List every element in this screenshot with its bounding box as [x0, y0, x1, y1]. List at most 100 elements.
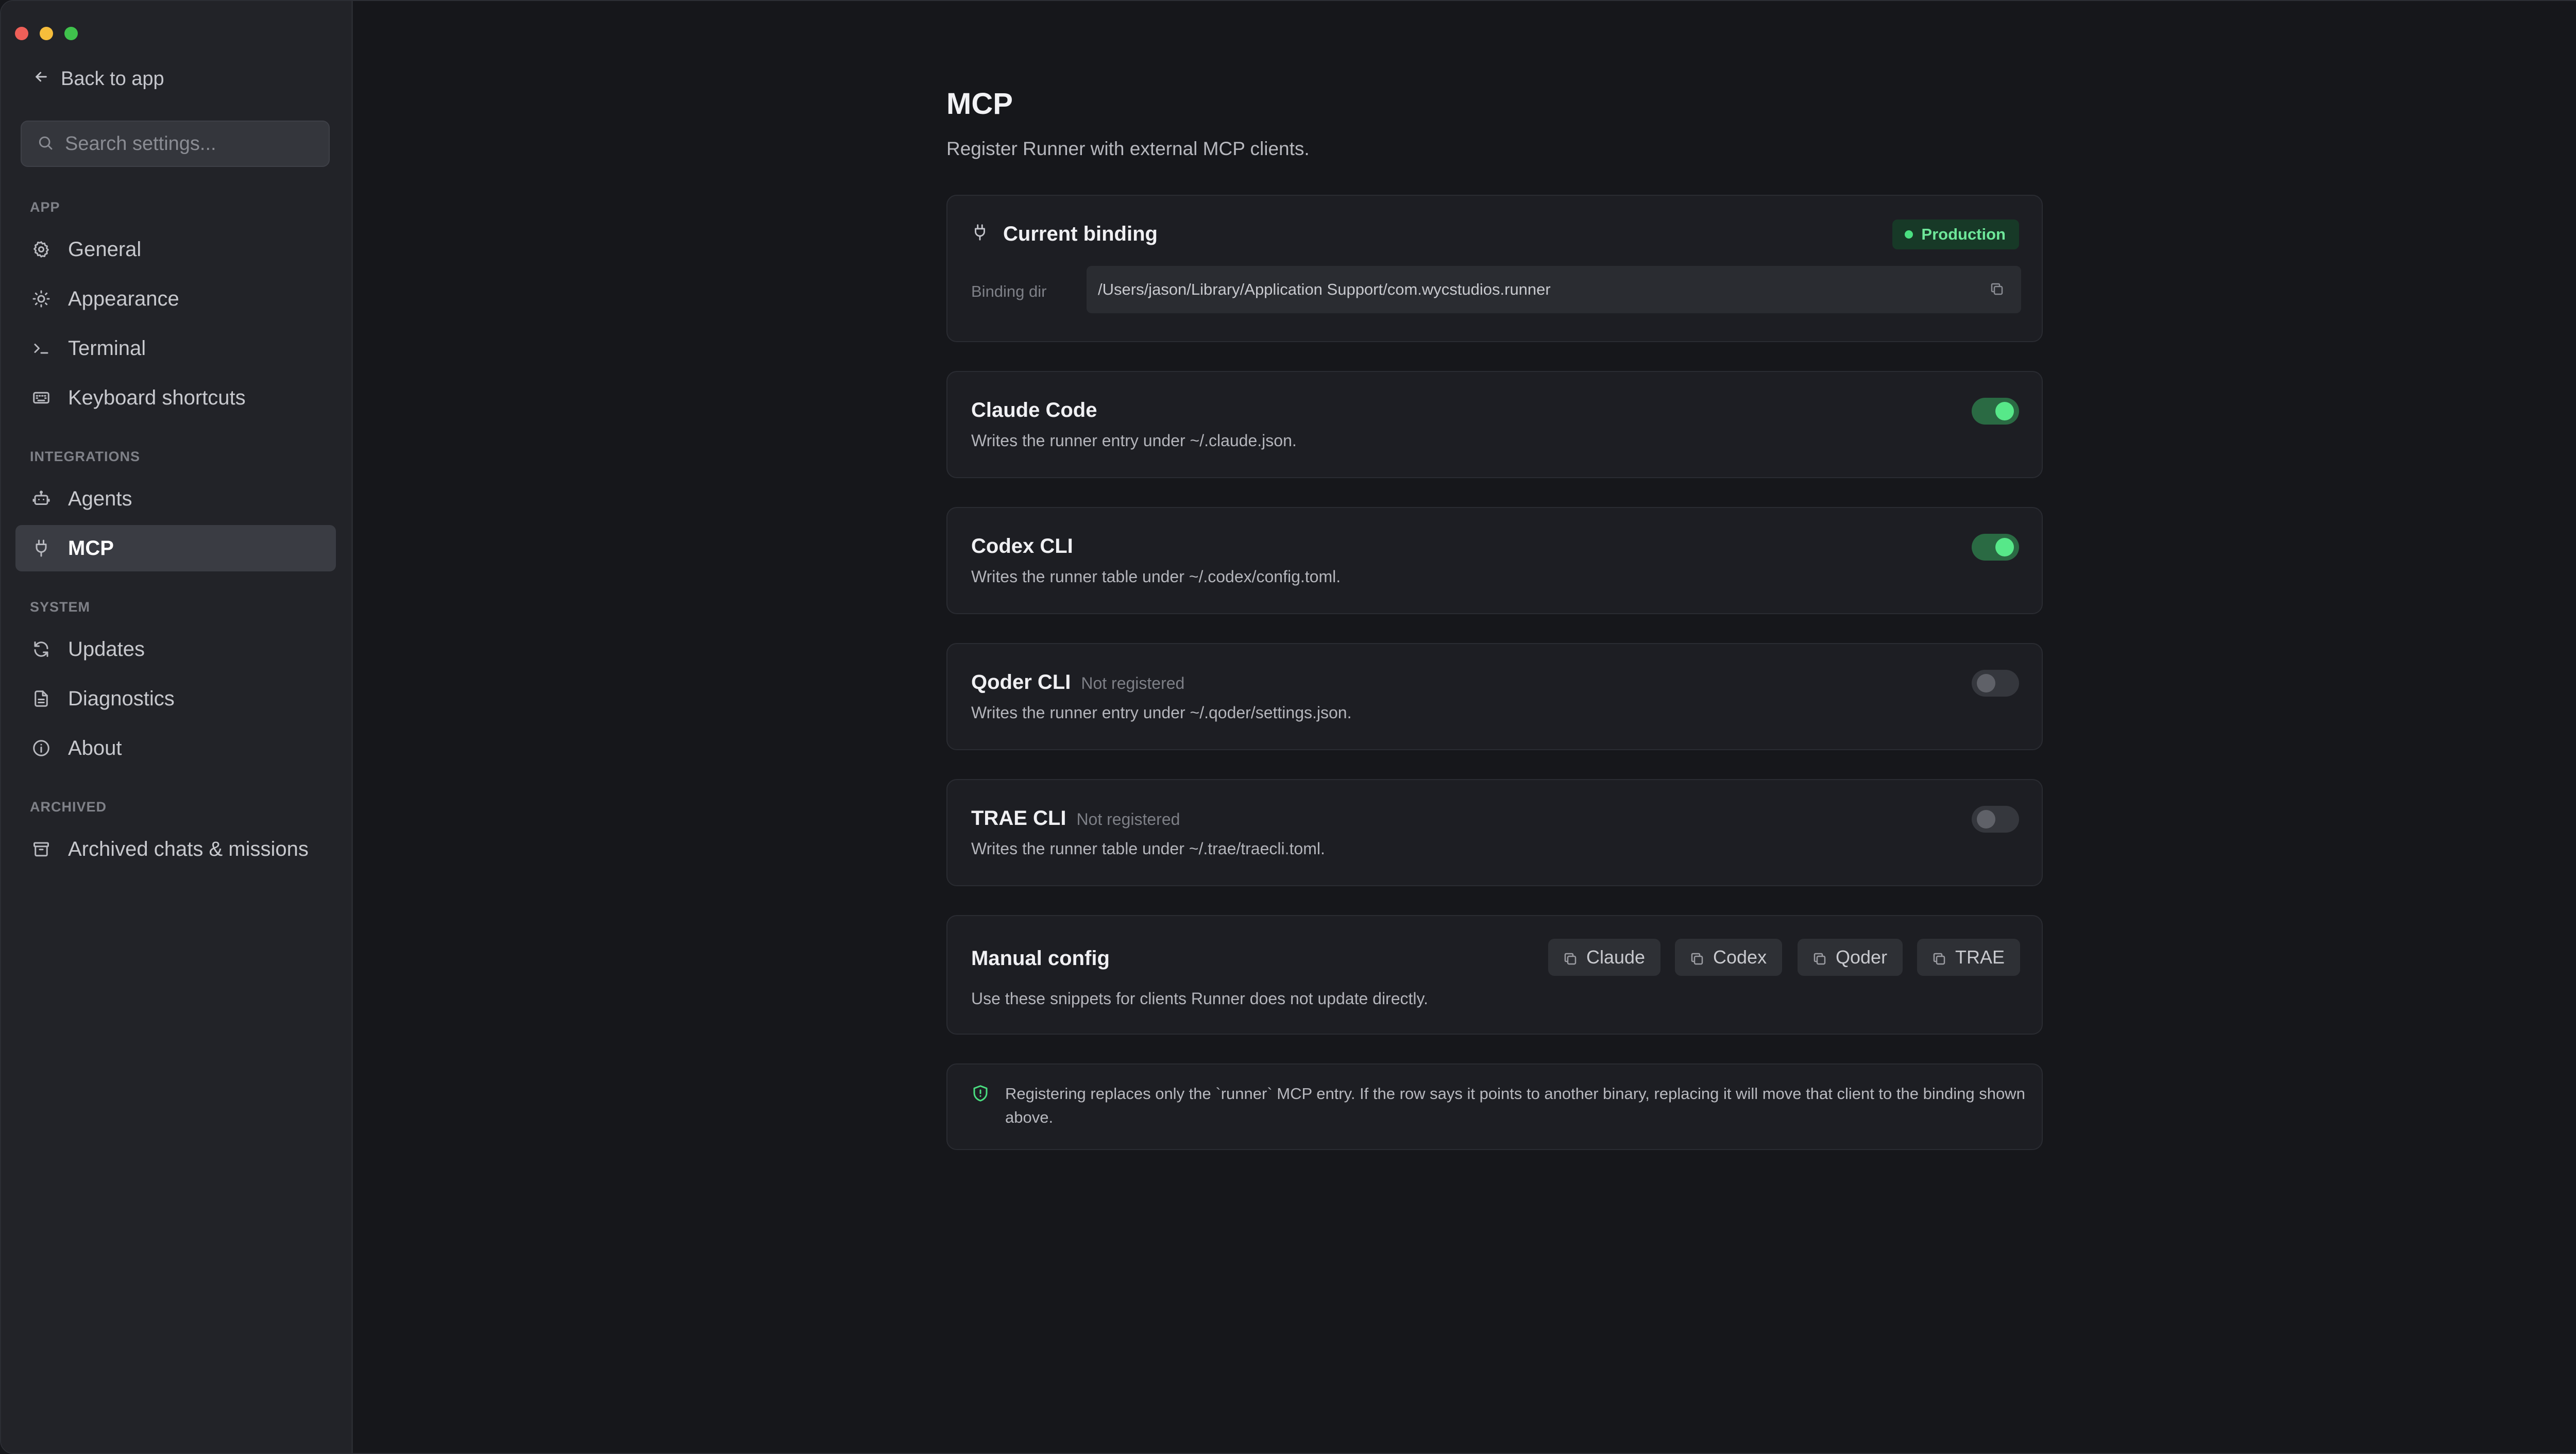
sidebar-item-label: Updates: [68, 637, 145, 661]
status-dot: [1905, 230, 1913, 239]
copy-binding-dir-button[interactable]: [1989, 281, 2005, 301]
copy-icon: [1689, 950, 1705, 965]
sidebar-item-updates[interactable]: Updates: [15, 626, 336, 672]
trae-cli-toggle[interactable]: [1972, 806, 2019, 833]
sidebar-item-label: Diagnostics: [68, 687, 175, 710]
client-title: Claude Code: [971, 399, 1097, 422]
sidebar-item-label: Keyboard shortcuts: [68, 386, 246, 409]
copy-icon: [1931, 950, 1947, 965]
environment-badge-label: Production: [1921, 225, 2006, 243]
window-controls: [15, 27, 78, 40]
sun-icon: [31, 289, 52, 309]
settings-sidebar: Back to app APP General Appearance: [1, 1, 353, 1453]
sidebar-item-agents[interactable]: Agents: [15, 476, 336, 522]
client-card-codex-cli: Codex CLI Writes the runner table under …: [946, 507, 2043, 614]
sidebar-item-label: Agents: [68, 487, 132, 510]
back-to-app-link[interactable]: Back to app: [33, 67, 164, 91]
sidebar-item-archived-chats[interactable]: Archived chats & missions: [15, 826, 336, 872]
section-label-archived: ARCHIVED: [30, 799, 107, 815]
copy-button-label: Codex: [1713, 946, 1767, 968]
client-name: Claude Code: [971, 399, 1097, 421]
binding-dir-field: /Users/jason/Library/Application Support…: [1087, 266, 2021, 313]
settings-window: Back to app APP General Appearance: [0, 0, 2576, 1454]
client-card-trae-cli: TRAE CLI Not registered Writes the runner…: [946, 779, 2043, 886]
sidebar-item-general[interactable]: General: [15, 226, 336, 273]
zoom-window-button[interactable]: [64, 27, 78, 40]
client-name: TRAE CLI: [971, 807, 1066, 830]
close-window-button[interactable]: [15, 27, 28, 40]
search-settings-input[interactable]: [65, 132, 312, 155]
sidebar-item-about[interactable]: About: [15, 725, 336, 771]
plug-icon: [971, 224, 989, 244]
manual-config-card: Manual config Use these snippets for cli…: [946, 915, 2043, 1035]
sidebar-item-appearance[interactable]: Appearance: [15, 276, 336, 322]
client-description: Writes the runner entry under ~/.qoder/s…: [971, 703, 1352, 722]
robot-icon: [31, 488, 52, 509]
shield-icon: [971, 1084, 990, 1103]
sidebar-item-diagnostics[interactable]: Diagnostics: [15, 675, 336, 722]
sidebar-item-label: Archived chats & missions: [68, 837, 309, 860]
copy-claude-config-button[interactable]: Claude: [1548, 939, 1661, 976]
registration-note-card: Registering replaces only the `runner` M…: [946, 1063, 2043, 1150]
client-title: Codex CLI: [971, 535, 1073, 558]
client-description: Writes the runner table under ~/.codex/c…: [971, 567, 1341, 586]
client-title: TRAE CLI Not registered: [971, 807, 1180, 830]
archive-box-icon: [31, 839, 52, 859]
gear-icon: [31, 239, 52, 260]
terminal-prompt-icon: [31, 338, 52, 359]
codex-cli-toggle[interactable]: [1972, 534, 2019, 561]
copy-button-label: Qoder: [1836, 946, 1888, 968]
search-settings-field[interactable]: [21, 121, 330, 167]
client-description: Writes the runner entry under ~/.claude.…: [971, 431, 1297, 450]
refresh-icon: [31, 639, 52, 660]
sidebar-item-label: Terminal: [68, 336, 146, 360]
search-icon: [37, 134, 54, 154]
sidebar-item-terminal[interactable]: Terminal: [15, 325, 336, 371]
arrow-left-icon: [33, 68, 49, 90]
manual-config-description: Use these snippets for clients Runner do…: [971, 989, 1429, 1008]
sidebar-item-label: General: [68, 238, 142, 261]
copy-trae-config-button[interactable]: TRAE: [1917, 939, 2021, 976]
copy-codex-config-button[interactable]: Codex: [1675, 939, 1783, 976]
client-title: Qoder CLI Not registered: [971, 671, 1184, 694]
client-name: Qoder CLI: [971, 671, 1071, 694]
current-binding-card: Current binding Production Binding dir /…: [946, 195, 2043, 342]
binding-dir-value: /Users/jason/Library/Application Support…: [1098, 280, 1551, 298]
qoder-cli-toggle[interactable]: [1972, 670, 2019, 697]
copy-icon: [1991, 283, 2003, 295]
section-label-integrations: INTEGRATIONS: [30, 449, 140, 464]
claude-code-toggle[interactable]: [1972, 398, 2019, 425]
page-subtitle: Register Runner with external MCP client…: [946, 138, 1310, 159]
registration-status: Not registered: [1076, 810, 1180, 829]
copy-qoder-config-button[interactable]: Qoder: [1798, 939, 1903, 976]
sidebar-item-keyboard-shortcuts[interactable]: Keyboard shortcuts: [15, 375, 336, 421]
keyboard-icon: [31, 387, 52, 408]
sidebar-item-label: MCP: [68, 536, 114, 560]
document-icon: [31, 688, 52, 709]
section-label-app: APP: [30, 199, 60, 215]
plug-icon: [31, 538, 52, 559]
back-to-app-label: Back to app: [61, 67, 164, 90]
sidebar-item-label: About: [68, 736, 122, 759]
environment-badge: Production: [1892, 219, 2019, 249]
client-description: Writes the runner table under ~/.trae/tr…: [971, 839, 1325, 858]
client-name: Codex CLI: [971, 535, 1073, 557]
manual-config-title: Manual config: [971, 947, 1110, 970]
current-binding-title: Current binding: [1003, 223, 1158, 245]
binding-dir-label: Binding dir: [971, 282, 1047, 300]
sidebar-item-label: Appearance: [68, 287, 179, 310]
sidebar-item-mcp[interactable]: MCP: [15, 525, 336, 571]
copy-button-label: TRAE: [1955, 946, 2005, 968]
settings-main: MCP Register Runner with external MCP cl…: [354, 1, 2576, 1453]
registration-note-text: Registering replaces only the `runner` M…: [1005, 1085, 2025, 1126]
client-card-claude-code: Claude Code Writes the runner entry unde…: [946, 371, 2043, 478]
page-title: MCP: [946, 87, 1013, 121]
copy-icon: [1812, 950, 1827, 965]
info-icon: [31, 738, 52, 758]
registration-status: Not registered: [1081, 674, 1185, 692]
copy-icon: [1563, 950, 1578, 965]
copy-button-label: Claude: [1586, 946, 1646, 968]
client-card-qoder-cli: Qoder CLI Not registered Writes the runne…: [946, 643, 2043, 750]
minimize-window-button[interactable]: [40, 27, 53, 40]
section-label-system: SYSTEM: [30, 599, 91, 615]
